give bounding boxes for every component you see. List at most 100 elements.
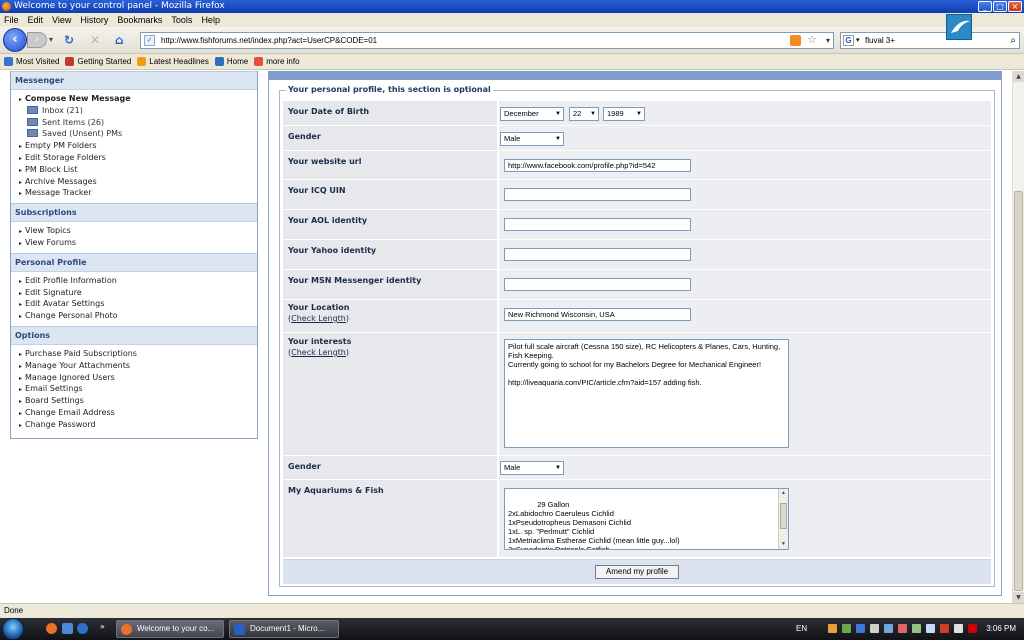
page-scrollbar[interactable]: ▲ ▼ (1012, 71, 1024, 603)
tray-app-icon[interactable] (898, 624, 907, 633)
scroll-thumb[interactable] (780, 503, 787, 529)
minimize-button[interactable]: _ (978, 1, 992, 12)
sidebar-section-header: Messenger (11, 71, 257, 90)
aol-input[interactable] (504, 218, 691, 231)
tray-app-icon[interactable] (842, 624, 851, 633)
sidebar-item-manage-ignored-users[interactable]: ▸ Manage Ignored Users (19, 372, 257, 384)
amend-profile-button[interactable]: Amend my profile (595, 565, 679, 579)
sidebar-item-edit-profile-information[interactable]: ▸ Edit Profile Information (19, 275, 257, 287)
sidebar-item-board-settings[interactable]: ▸ Board Settings (19, 395, 257, 407)
volume-icon[interactable] (954, 624, 963, 633)
tray-app-icon[interactable] (912, 624, 921, 633)
interests-check-length-link[interactable]: Check Length (291, 348, 346, 357)
tray-app-icon[interactable] (828, 624, 837, 633)
sidebar-item-edit-storage-folders[interactable]: ▸ Edit Storage Folders (19, 152, 257, 164)
history-dropdown-icon[interactable]: ▾ (49, 33, 53, 47)
dob-year-select[interactable]: 1989 ▼ (603, 107, 645, 121)
sidebar-item-view-forums[interactable]: ▸ View Forums (19, 237, 257, 249)
menu-help[interactable]: Help (201, 15, 220, 25)
tray-app-icon[interactable] (856, 624, 865, 633)
search-icon[interactable]: ⌕ (1010, 33, 1016, 48)
scroll-down-icon[interactable]: ▼ (1013, 592, 1024, 603)
sidebar-item-edit-avatar-settings[interactable]: ▸ Edit Avatar Settings (19, 298, 257, 310)
menu-view[interactable]: View (52, 15, 71, 25)
sidebar-item-view-topics[interactable]: ▸ View Topics (19, 225, 257, 237)
taskbar-firefox-window[interactable]: Welcome to your co... (116, 620, 224, 638)
show-desktop-icon[interactable] (62, 623, 73, 634)
stop-icon[interactable]: ✕ (90, 33, 100, 47)
url-dropdown-icon[interactable]: ▾ (826, 33, 830, 48)
sidebar-item-edit-signature[interactable]: ▸ Edit Signature (19, 287, 257, 299)
tray-app-icon[interactable] (870, 624, 879, 633)
msn-input[interactable] (504, 278, 691, 291)
location-input[interactable]: New Richmond Wisconsin, USA (504, 308, 691, 321)
url-text[interactable]: http://www.fishforums.net/index.php?act=… (161, 36, 377, 45)
gender-select[interactable]: Male ▼ (500, 132, 564, 146)
scroll-up-icon[interactable]: ▲ (779, 489, 788, 498)
ie-quicklaunch-icon[interactable] (77, 623, 88, 634)
scroll-up-icon[interactable]: ▲ (1013, 71, 1024, 82)
bookmark-more-info[interactable]: more info (254, 57, 300, 66)
sidebar-item-change-personal-photo[interactable]: ▸ Change Personal Photo (19, 310, 257, 322)
bookmark-home[interactable]: Home (214, 57, 248, 66)
language-indicator[interactable]: EN (796, 618, 807, 640)
search-engine-dropdown-icon[interactable]: ▾ (856, 33, 860, 48)
search-bar[interactable]: G ▾ fluval 3+ ⌕ (840, 32, 1020, 49)
sidebar-item-inbox-21[interactable]: Inbox (21) (19, 105, 257, 117)
home-icon[interactable]: ⌂ (115, 33, 124, 47)
interests-textarea[interactable]: Pilot full scale aircraft (Cessna 150 si… (504, 339, 789, 448)
sidebar-item-change-password[interactable]: ▸ Change Password (19, 419, 257, 431)
firefox-quicklaunch-icon[interactable] (46, 623, 57, 634)
taskbar-clock[interactable]: 3:06 PM (986, 618, 1016, 640)
close-button[interactable]: × (1008, 1, 1022, 12)
sidebar-item-empty-pm-folders[interactable]: ▸ Empty PM Folders (19, 140, 257, 152)
menu-edit[interactable]: Edit (28, 15, 44, 25)
sidebar-item-archive-messages[interactable]: ▸ Archive Messages (19, 176, 257, 188)
bookmark-latest-headlines[interactable]: Latest Headlines (137, 57, 209, 66)
google-icon[interactable]: G (843, 35, 854, 46)
tray-alert-icon[interactable] (940, 624, 949, 633)
back-button[interactable]: ‹ (3, 28, 27, 52)
website-input[interactable]: http://www.facebook.com/profile.php?id=5… (504, 159, 691, 172)
sidebar-item-email-settings[interactable]: ▸ Email Settings (19, 383, 257, 395)
bookmark-most-visited[interactable]: Most Visited (4, 57, 59, 66)
chevron-down-icon: ▼ (555, 465, 561, 471)
rss-feed-icon[interactable] (790, 35, 801, 46)
quicklaunch-expand-icon[interactable]: » (100, 622, 105, 631)
icq-input[interactable] (504, 188, 691, 201)
sidebar-item-saved-unsent-pms[interactable]: Saved (Unsent) PMs (19, 128, 257, 140)
menu-bookmarks[interactable]: Bookmarks (117, 15, 162, 25)
sidebar-section-header: Options (11, 325, 257, 345)
sidebar-item-manage-your-attachments[interactable]: ▸ Manage Your Attachments (19, 360, 257, 372)
sidebar-item-message-tracker[interactable]: ▸ Message Tracker (19, 187, 257, 199)
scroll-down-icon[interactable]: ▼ (779, 540, 788, 549)
forward-button[interactable]: › (27, 32, 47, 48)
yahoo-input[interactable] (504, 248, 691, 261)
gender-2-select[interactable]: Male ▼ (500, 461, 564, 475)
bookmark-star-icon[interactable]: ☆ (807, 33, 817, 48)
search-input[interactable]: fluval 3+ (865, 36, 895, 45)
tray-app-icon[interactable] (884, 624, 893, 633)
sidebar-item-sent-items-26[interactable]: Sent Items (26) (19, 117, 257, 129)
menu-file[interactable]: File (4, 15, 19, 25)
aquariums-textarea[interactable]: 29 Gallon 2xLabidochro Caeruleus Cichlid… (504, 488, 789, 550)
dob-day-select[interactable]: 22 ▼ (569, 107, 599, 121)
sidebar-item-change-email-address[interactable]: ▸ Change Email Address (19, 407, 257, 419)
network-icon[interactable] (926, 624, 935, 633)
aquariums-scrollbar[interactable]: ▲ ▼ (778, 489, 788, 549)
sidebar-item-purchase-paid-subscriptions[interactable]: ▸ Purchase Paid Subscriptions (19, 348, 257, 360)
page-scroll-thumb[interactable] (1014, 191, 1023, 591)
reload-icon[interactable]: ↻ (64, 33, 74, 47)
location-check-length-link[interactable]: Check Length (291, 314, 346, 323)
sidebar-item-compose-new-message[interactable]: ▸ Compose New Message (19, 93, 257, 105)
tray-app-icon[interactable] (968, 624, 977, 633)
menu-history[interactable]: History (80, 15, 108, 25)
bookmark-getting-started[interactable]: Getting Started (65, 57, 131, 66)
maximize-button[interactable]: □ (993, 1, 1007, 12)
menu-tools[interactable]: Tools (171, 15, 192, 25)
taskbar-word-window[interactable]: Document1 - Micro... (229, 620, 339, 638)
sidebar-item-pm-block-list[interactable]: ▸ PM Block List (19, 164, 257, 176)
start-button[interactable] (2, 618, 24, 640)
url-bar[interactable]: ✓ http://www.fishforums.net/index.php?ac… (140, 32, 834, 49)
dob-month-select[interactable]: December ▼ (500, 107, 564, 121)
